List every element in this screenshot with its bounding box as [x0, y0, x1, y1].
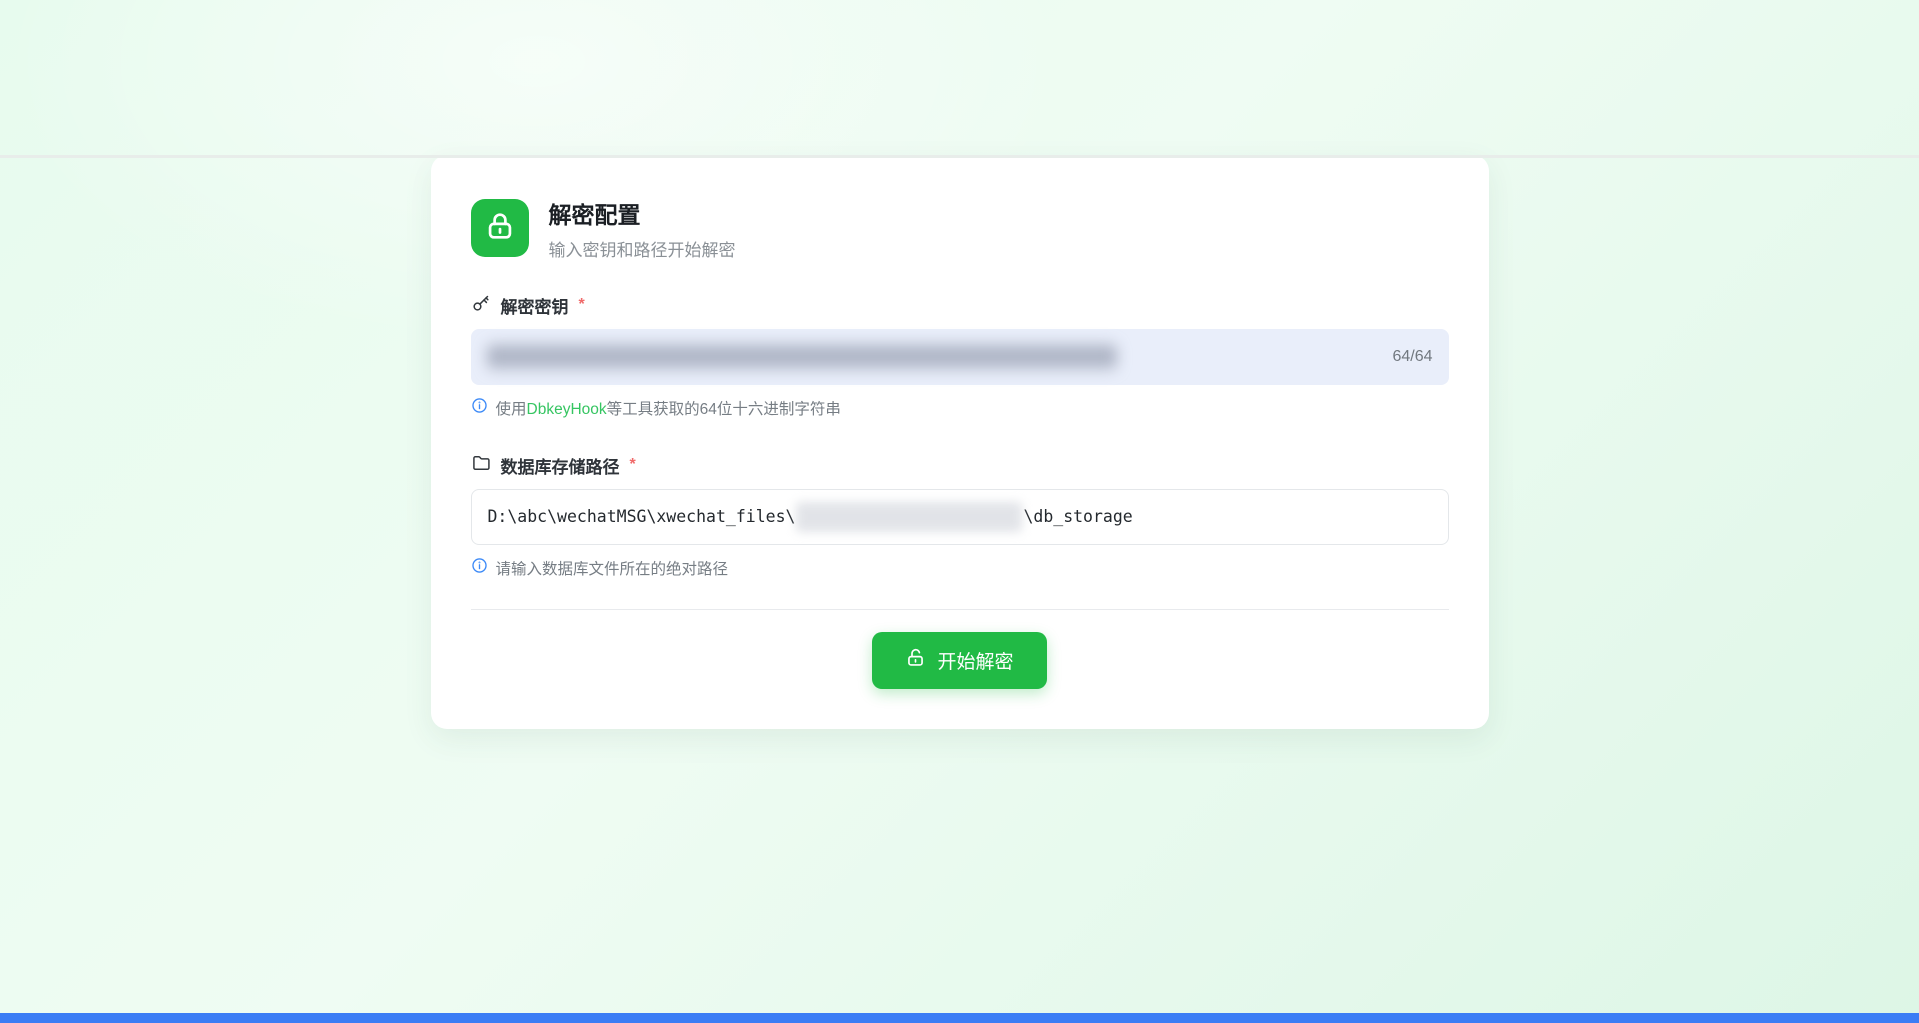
- header-text: 解密配置 输入密钥和路径开始解密: [549, 199, 736, 261]
- key-hint-text: 使用DbkeyHook等工具获取的64位十六进制字符串: [496, 397, 841, 419]
- card-title: 解密配置: [549, 202, 736, 230]
- card-subtitle: 输入密钥和路径开始解密: [549, 236, 736, 261]
- section-divider: [471, 609, 1449, 610]
- path-redacted-segment: [796, 502, 1022, 532]
- required-asterisk: *: [579, 296, 585, 314]
- key-hint-suffix: 等工具获取的64位十六进制字符串: [607, 401, 841, 418]
- key-field-label: 解密密钥: [501, 293, 569, 318]
- path-hint: 请输入数据库文件所在的绝对路径: [471, 557, 1449, 579]
- dbkeyhook-link[interactable]: DbkeyHook: [527, 401, 607, 418]
- key-field-label-row: 解密密钥 *: [471, 293, 1449, 318]
- path-hint-text: 请输入数据库文件所在的绝对路径: [496, 557, 729, 579]
- bottom-accent-bar: [0, 1013, 1919, 1023]
- button-row: 开始解密: [471, 632, 1449, 689]
- key-icon: [471, 293, 491, 318]
- key-char-counter: 64/64: [1392, 348, 1432, 366]
- info-icon: [471, 557, 488, 579]
- db-path-field: 数据库存储路径 * D:\abc\wechatMSG\xwechat_files…: [471, 453, 1449, 579]
- path-input[interactable]: D:\abc\wechatMSG\xwechat_files\ \db_stora…: [471, 489, 1449, 545]
- key-hint: 使用DbkeyHook等工具获取的64位十六进制字符串: [471, 397, 1449, 419]
- start-decrypt-label: 开始解密: [937, 647, 1013, 674]
- required-asterisk: *: [630, 456, 636, 474]
- path-value-prefix: D:\abc\wechatMSG\xwechat_files\: [488, 507, 796, 526]
- path-field-label: 数据库存储路径: [501, 453, 620, 478]
- path-value-suffix: \db_storage: [1023, 507, 1132, 526]
- window-top-edge: [0, 155, 1919, 158]
- key-input[interactable]: 64/64: [471, 329, 1449, 385]
- lock-badge: [471, 199, 529, 257]
- info-icon: [471, 397, 488, 419]
- key-hint-prefix: 使用: [496, 401, 527, 418]
- key-masked-value: [487, 343, 1117, 371]
- decrypt-key-field: 解密密钥 * 64/64 使用DbkeyHook等工具获取的64位十六进制字符串: [471, 293, 1449, 419]
- card-header: 解密配置 输入密钥和路径开始解密: [471, 199, 1449, 261]
- start-decrypt-button[interactable]: 开始解密: [872, 632, 1046, 689]
- path-field-label-row: 数据库存储路径 *: [471, 453, 1449, 478]
- unlock-icon: [905, 647, 926, 674]
- folder-icon: [471, 453, 491, 478]
- lock-icon: [483, 209, 517, 248]
- decrypt-config-card: 解密配置 输入密钥和路径开始解密 解密密钥 * 64/64: [431, 155, 1489, 729]
